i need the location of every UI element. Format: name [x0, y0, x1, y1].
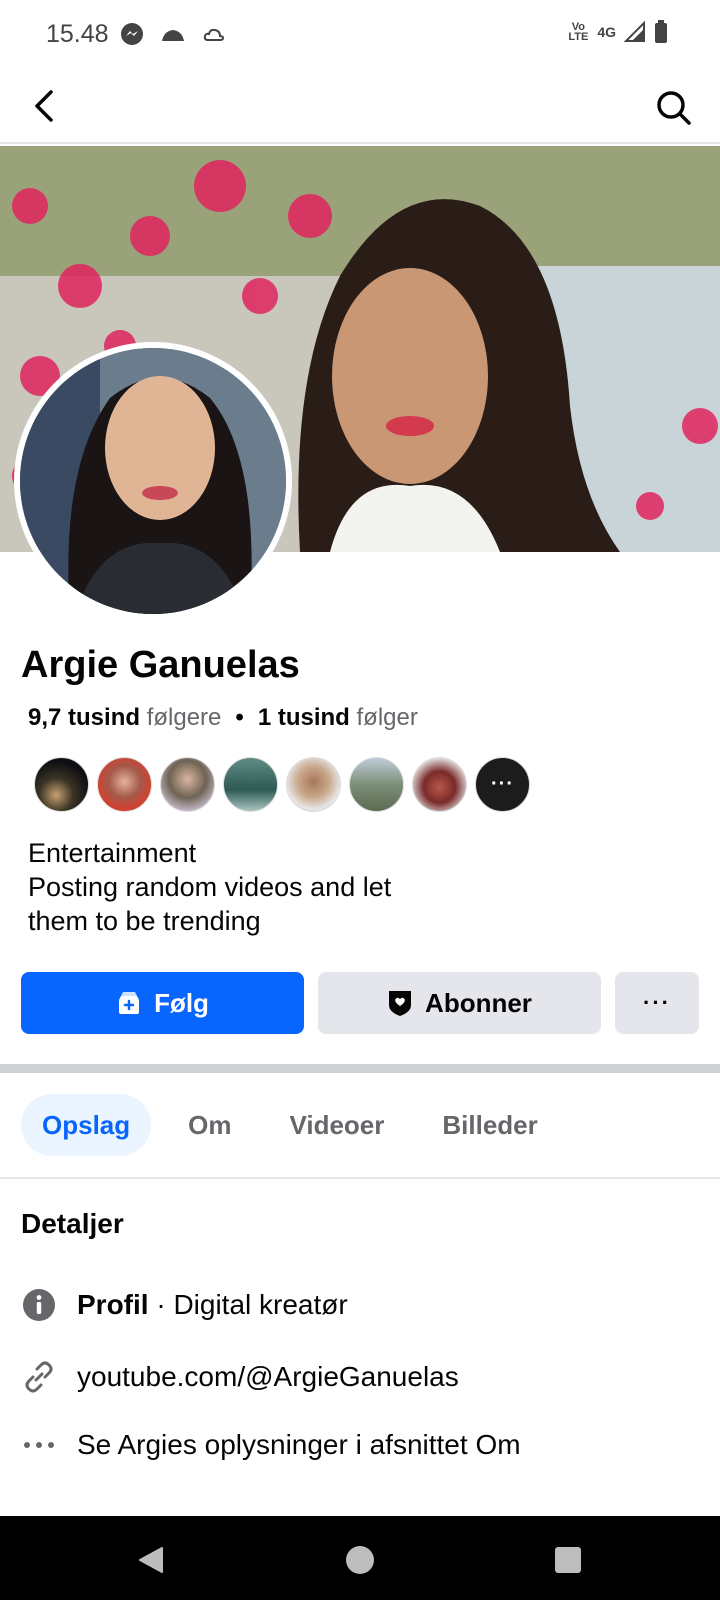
details-heading: Detaljer [21, 1208, 124, 1239]
profile-actions: Følg Abonner ··· [21, 972, 699, 1034]
following-label: følger [356, 704, 418, 731]
triangle-back-icon [139, 1547, 163, 1573]
top-navigation [0, 72, 720, 144]
subscribe-shield-icon [389, 991, 412, 1016]
more-dots-icon: ··· [643, 990, 671, 1015]
link-icon [21, 1359, 57, 1395]
back-arrow-icon [35, 90, 53, 122]
follower-avatar[interactable] [412, 757, 467, 812]
follower-avatar[interactable] [160, 757, 215, 812]
section-divider [0, 1064, 720, 1073]
detail-profile-type: Profil · Digital kreatør [21, 1287, 348, 1323]
see-about-text: Se Argies oplysninger i afsnittet Om [77, 1429, 521, 1460]
bio-line: Posting random videos and let [28, 872, 392, 902]
weather-icon [202, 24, 226, 44]
search-icon [657, 91, 691, 125]
stats-separator: • [235, 704, 244, 731]
profile-type-label: Profil [77, 1289, 149, 1320]
bio-line: Entertainment [28, 838, 197, 868]
follow-button[interactable]: Følg [21, 972, 304, 1034]
tabs-divider [0, 1177, 720, 1179]
profile-name: Argie Ganuelas [21, 644, 300, 686]
info-icon [21, 1287, 57, 1323]
more-followers-button[interactable]: ··· [475, 757, 530, 812]
follower-avatar[interactable] [349, 757, 404, 812]
notification-icons [120, 22, 226, 46]
subscribe-button-label: Abonner [425, 987, 532, 1018]
status-bar: 15.48 Vo LTE 4G [0, 0, 720, 72]
tab-about[interactable]: Om [167, 1094, 252, 1156]
circle-home-icon [346, 1546, 374, 1574]
system-home-button[interactable] [340, 1540, 380, 1580]
tab-videos[interactable]: Videoer [268, 1094, 405, 1156]
avatar-image [20, 348, 286, 614]
profile-bio: Entertainment Posting random videos and … [28, 836, 508, 938]
system-navigation-bar [0, 1516, 720, 1600]
more-options-button[interactable]: ··· [615, 972, 699, 1034]
following-count: 1 tusind [257, 704, 350, 731]
back-button[interactable] [24, 86, 64, 126]
detail-link[interactable]: youtube.com/@ArgieGanuelas [21, 1359, 459, 1395]
subscribe-button[interactable]: Abonner [318, 972, 601, 1034]
follow-stats: 9,7 tusind følgere • 1 tusind følger [28, 704, 418, 732]
following-link[interactable]: 1 tusind følger [258, 704, 418, 732]
network-type-label: 4G [597, 24, 616, 40]
square-recents-icon [555, 1547, 581, 1573]
follower-avatar[interactable] [223, 757, 278, 812]
detail-see-about[interactable]: Se Argies oplysninger i afsnittet Om [21, 1427, 521, 1463]
system-recents-button[interactable] [548, 1540, 588, 1580]
more-dots-icon [21, 1427, 57, 1463]
system-back-button[interactable] [132, 1540, 172, 1580]
followers-link[interactable]: 9,7 tusind følgere [28, 704, 221, 732]
follower-avatar[interactable] [286, 757, 341, 812]
messenger-icon [120, 22, 144, 46]
tab-photos[interactable]: Billeder [421, 1094, 558, 1156]
cloud-app-icon [160, 25, 186, 43]
search-button[interactable] [652, 86, 696, 130]
youtube-link[interactable]: youtube.com/@ArgieGanuelas [77, 1361, 459, 1393]
bio-line: them to be trending [28, 906, 261, 936]
system-status-icons: Vo LTE 4G [567, 20, 668, 44]
signal-icon [624, 21, 646, 43]
mutual-followers-row: ··· [34, 757, 530, 812]
followers-count: 9,7 tusind [28, 704, 141, 731]
follower-avatar[interactable] [34, 757, 89, 812]
profile-avatar[interactable] [14, 342, 292, 620]
follow-button-label: Følg [154, 987, 209, 1018]
profile-tabs: Opslag Om Videoer Billeder [21, 1094, 559, 1156]
battery-icon [654, 20, 668, 44]
follower-avatar[interactable] [97, 757, 152, 812]
tab-posts[interactable]: Opslag [21, 1094, 152, 1156]
more-dots-icon: ··· [491, 773, 514, 795]
followers-label: følgere [146, 704, 222, 731]
status-time: 15.48 [46, 20, 109, 48]
profile-type-value: · Digital kreatør [148, 1289, 348, 1320]
follow-icon [119, 992, 140, 1014]
volte-icon: Vo LTE [568, 21, 589, 43]
